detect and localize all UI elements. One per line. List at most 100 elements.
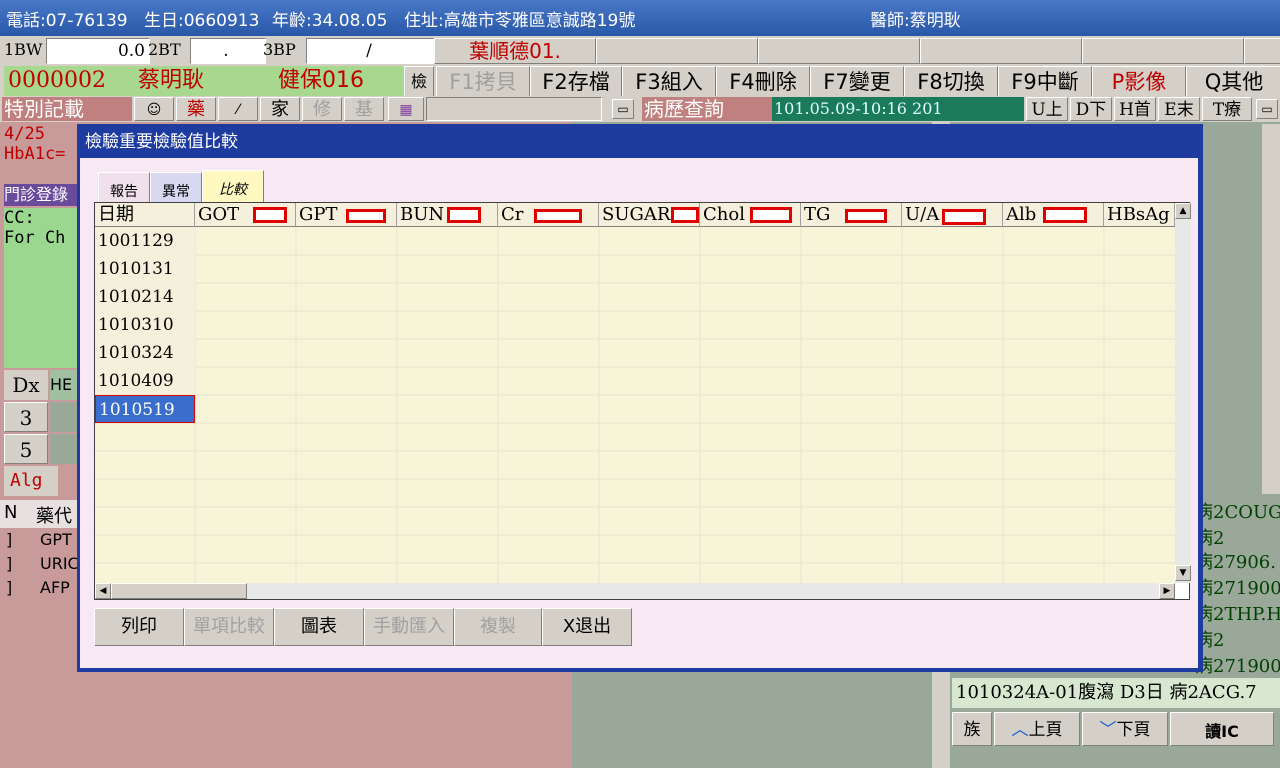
tab-compare[interactable]: 比較 xyxy=(202,170,264,206)
copy-button[interactable]: 複製 xyxy=(454,608,542,646)
dx-field[interactable] xyxy=(50,402,78,432)
drug-row[interactable]: AFP xyxy=(40,578,70,597)
cc-box[interactable]: CC: For Ch xyxy=(4,208,78,368)
column-cr[interactable]: Cr xyxy=(498,203,599,227)
special-note-label: 特別記載 xyxy=(2,97,132,121)
dx-field[interactable]: HE xyxy=(50,370,78,400)
scroll-up-icon[interactable]: ▲ xyxy=(1175,203,1191,219)
grid-horizontal-scrollbar[interactable]: ◀ ▶ xyxy=(95,583,1175,599)
grid-vertical-scrollbar[interactable]: ▲ ▼ xyxy=(1175,203,1191,583)
nav-treatment-button[interactable]: T療 xyxy=(1202,97,1252,121)
family-button[interactable]: 族 xyxy=(952,712,992,746)
history-query-label: 病歷查詢 xyxy=(642,97,772,121)
f3-combine-button[interactable]: F3組入 xyxy=(622,66,716,98)
column-sugar-label: SUGAR xyxy=(602,204,671,225)
exit-button[interactable]: X退出 xyxy=(542,608,632,646)
drug-code-column: 藥代 xyxy=(36,506,72,527)
history-item[interactable]: 病271900 xyxy=(1195,654,1280,680)
date-row[interactable]: 1010131 xyxy=(95,255,195,283)
column-date[interactable]: 日期 xyxy=(95,203,195,227)
nav-up-button[interactable]: U上 xyxy=(1026,97,1068,121)
history-item[interactable]: 病2COUGH xyxy=(1195,500,1280,526)
paint-icon[interactable]: ▦ xyxy=(388,97,424,121)
scroll-left-icon[interactable]: ◀ xyxy=(95,583,111,599)
scroll-right-icon[interactable]: ▶ xyxy=(1159,583,1175,599)
column-hbsag[interactable]: HBsAg xyxy=(1104,203,1175,227)
column-bun[interactable]: BUN xyxy=(397,203,498,227)
history-item[interactable]: 病2THP.H xyxy=(1195,602,1280,628)
tab-edit[interactable]: 修 xyxy=(302,97,342,121)
nav-first-button[interactable]: H首 xyxy=(1114,97,1156,121)
manual-import-button[interactable]: 手動匯入 xyxy=(364,608,454,646)
tab-abnormal[interactable]: 異常 xyxy=(150,172,202,206)
next-page-button[interactable]: ﹀下頁 xyxy=(1082,712,1168,746)
flag-marker xyxy=(253,207,287,223)
vitals-row: 1BW 0.0 2BT . 3BP / 葉順德01. xyxy=(0,36,1280,64)
column-ua[interactable]: U/A xyxy=(902,203,1003,227)
chart-button[interactable]: 圖表 xyxy=(274,608,364,646)
column-alb[interactable]: Alb xyxy=(1003,203,1104,227)
flag-marker xyxy=(447,207,481,223)
face-icon[interactable]: ☺ xyxy=(134,97,174,121)
scroll-thumb[interactable] xyxy=(111,583,247,599)
date-row[interactable]: 1010310 xyxy=(95,311,195,339)
f9-interrupt-button[interactable]: F9中斷 xyxy=(998,66,1092,98)
f1-copy-button[interactable]: F1拷貝 xyxy=(436,66,530,98)
column-gpt[interactable]: GPT xyxy=(296,203,397,227)
drug-row-bracket: ] xyxy=(6,554,13,573)
f7-change-button[interactable]: F7變更 xyxy=(810,66,904,98)
tab-base[interactable]: 基 xyxy=(344,97,384,121)
f4-delete-button[interactable]: F4刪除 xyxy=(716,66,810,98)
doctor-name-box: 蔡明耿 xyxy=(134,66,276,96)
drug-row[interactable]: URIC xyxy=(40,554,79,573)
dx-row-3[interactable]: 3 xyxy=(4,402,48,432)
drug-row[interactable]: GPT xyxy=(40,530,72,549)
bp-input[interactable]: / xyxy=(306,38,436,64)
column-chol[interactable]: Chol xyxy=(700,203,801,227)
nav-last-button[interactable]: E末 xyxy=(1158,97,1200,121)
insurance-box: 健保016 xyxy=(274,66,406,96)
date-row[interactable]: 1010324 xyxy=(95,339,195,367)
history-item[interactable]: 病2 xyxy=(1195,628,1280,654)
read-ic-button[interactable]: 讀IC xyxy=(1170,712,1274,746)
visit-info: 101.05.09-10:16 201 xyxy=(772,97,1024,121)
q-other-button[interactable]: Q其他 xyxy=(1186,66,1280,98)
nav-down-button[interactable]: D下 xyxy=(1070,97,1112,121)
bw-input[interactable]: 0.0 xyxy=(46,38,150,64)
check-button[interactable]: 檢 xyxy=(404,66,434,98)
column-sugar[interactable]: SUGAR xyxy=(599,203,700,227)
record-number: 0000002 xyxy=(4,66,136,96)
f2-save-button[interactable]: F2存檔 xyxy=(530,66,622,98)
single-compare-button[interactable]: 單項比較 xyxy=(184,608,274,646)
p-image-button[interactable]: P影像 xyxy=(1092,66,1186,98)
print-button[interactable]: 列印 xyxy=(94,608,184,646)
prev-page-button[interactable]: ︿上頁 xyxy=(994,712,1080,746)
date-row[interactable]: 1001129 xyxy=(95,227,195,255)
tab-report[interactable]: 報告 xyxy=(98,172,150,206)
window-icon[interactable]: ▭ xyxy=(612,99,634,119)
right-scrollbar[interactable] xyxy=(1262,124,1280,494)
tab-drug[interactable]: 藥 xyxy=(176,97,216,121)
column-tg[interactable]: TG xyxy=(801,203,902,227)
dx-field[interactable] xyxy=(50,434,78,464)
date-row[interactable]: 1010409 xyxy=(95,367,195,395)
scroll-down-icon[interactable]: ▼ xyxy=(1175,565,1191,581)
history-item[interactable]: 病27906. xyxy=(1195,550,1280,576)
lab-note: 4/25 HbA1c= xyxy=(4,124,84,184)
window-icon[interactable]: ▭ xyxy=(1256,99,1278,119)
date-row-selected[interactable]: 1010519 xyxy=(95,395,195,423)
syringe-icon[interactable]: ⁄ xyxy=(218,97,258,121)
f8-switch-button[interactable]: F8切換 xyxy=(904,66,998,98)
address-text: 住址:高雄市苓雅區意誠路19號 xyxy=(404,11,636,31)
history-record-line[interactable]: 1010324A-01腹瀉 D3日 病2ACG.7 xyxy=(952,678,1280,708)
column-got[interactable]: GOT xyxy=(195,203,296,227)
history-item[interactable]: 病271900 xyxy=(1195,576,1280,602)
alg-field[interactable] xyxy=(60,466,78,496)
tab-family[interactable]: 家 xyxy=(260,97,300,121)
visit-record-tab[interactable]: 門診登錄 xyxy=(4,184,80,206)
history-item[interactable]: 病2 xyxy=(1195,526,1280,552)
dx-row-5[interactable]: 5 xyxy=(4,434,48,464)
date-row[interactable]: 1010214 xyxy=(95,283,195,311)
bt-input[interactable]: . xyxy=(190,38,266,64)
column-ua-label: U/A xyxy=(905,204,940,225)
